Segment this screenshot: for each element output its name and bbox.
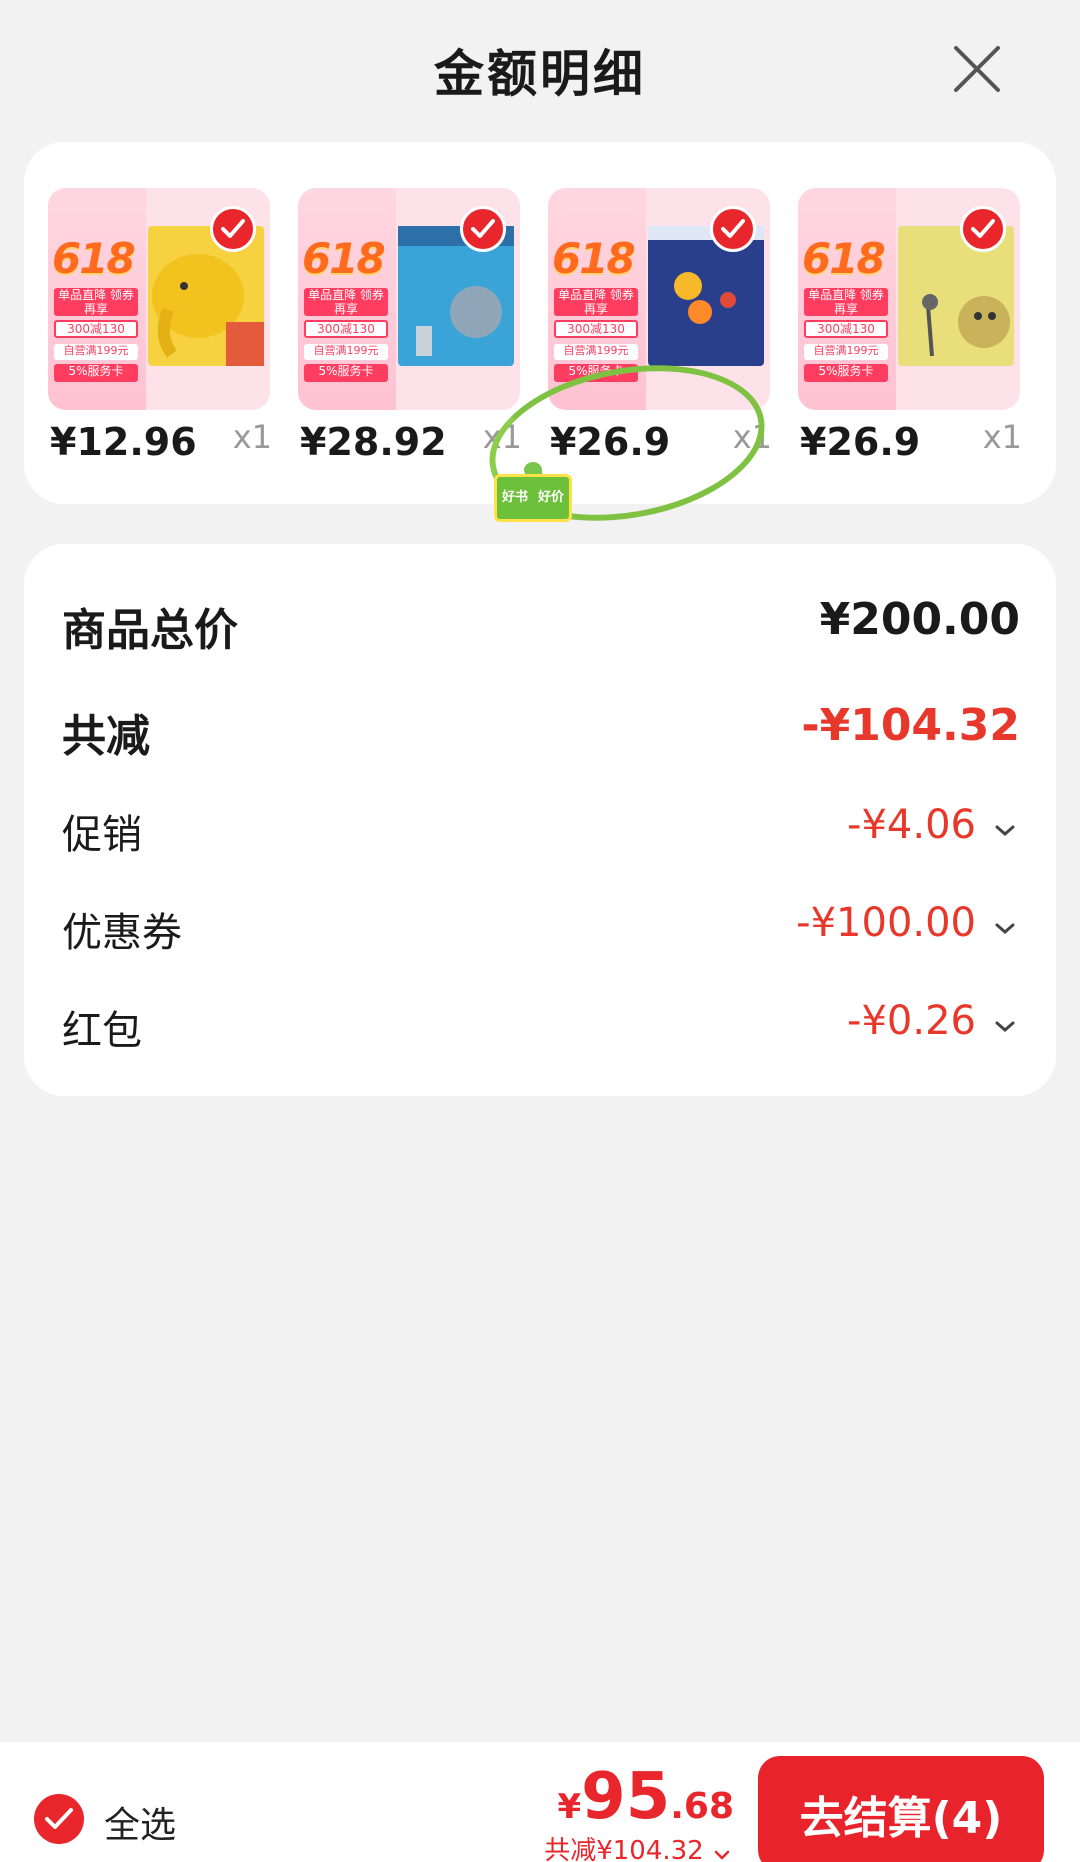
total-price-row: 商品总价 ¥200.00: [62, 594, 1020, 664]
coupon-row[interactable]: 优惠券 -¥100.00: [62, 900, 1020, 970]
checkout-bar: 全选 ¥95.68 共减¥104.32 去结算(4): [0, 1742, 1080, 1862]
chevron-down-icon[interactable]: [712, 1842, 732, 1862]
coupon-label: 优惠券: [62, 910, 182, 956]
selected-check-icon[interactable]: [960, 206, 1006, 252]
product-thumbnail[interactable]: 618 单品直降 领券再享 300减130 自营满199元 5%服务卡: [298, 188, 520, 410]
saved-amount[interactable]: 共减¥104.32: [544, 1830, 732, 1862]
selected-check-icon[interactable]: [710, 206, 756, 252]
product-quantity: x1: [232, 418, 272, 456]
product-thumbnail[interactable]: 618 单品直降 领券再享 300减130 自营满199元 5%服务卡: [798, 188, 1020, 410]
promotion-row[interactable]: 促销 -¥4.06: [62, 802, 1020, 872]
payable-total: ¥95.68: [557, 1760, 734, 1834]
chevron-down-icon[interactable]: [990, 914, 1020, 944]
selected-check-icon[interactable]: [460, 206, 506, 252]
selected-check-icon[interactable]: [210, 206, 256, 252]
total-reduction-row: 共减 -¥104.32: [62, 700, 1020, 770]
chevron-down-icon[interactable]: [990, 816, 1020, 846]
total-price-label: 商品总价: [62, 605, 238, 656]
promo-badge: 618 单品直降 领券再享 300减130 自营满199元 5%服务卡: [48, 188, 146, 410]
product-price: ¥12.96: [50, 420, 197, 464]
red-packet-row[interactable]: 红包 -¥0.26: [62, 998, 1020, 1068]
chevron-down-icon[interactable]: [990, 1012, 1020, 1042]
product-item[interactable]: 618 单品直降 领券再享 300减130 自营满199元 5%服务卡 ¥12.…: [48, 188, 278, 464]
good-book-good-price-stamp: 好书 好价: [494, 462, 572, 532]
amount-summary: 商品总价 ¥200.00 共减 -¥104.32 促销 -¥4.06 优惠券 -…: [24, 544, 1056, 1096]
total-reduction-value: -¥104.32: [801, 700, 1020, 751]
total-price-value: ¥200.00: [819, 594, 1020, 645]
product-quantity: x1: [982, 418, 1022, 456]
product-price: ¥28.92: [300, 420, 447, 464]
product-item[interactable]: 618 单品直降 领券再享 300减130 自营满199元 5%服务卡 ¥26.…: [798, 188, 1028, 464]
product-thumbnail[interactable]: 618 单品直降 领券再享 300减130 自营满199元 5%服务卡: [48, 188, 270, 410]
red-packet-label: 红包: [62, 1008, 142, 1054]
product-item[interactable]: 618 单品直降 领券再享 300减130 自营满199元 5%服务卡 ¥28.…: [298, 188, 528, 464]
checkout-button[interactable]: 去结算(4): [758, 1756, 1044, 1862]
promo-badge: 618 单品直降 领券再享 300减130 自营满199元 5%服务卡: [798, 188, 896, 410]
product-price: ¥26.9: [800, 420, 921, 464]
close-icon[interactable]: [950, 42, 1004, 96]
coupon-value: -¥100.00: [796, 900, 976, 946]
promotion-value: -¥4.06: [847, 802, 976, 848]
red-packet-value: -¥0.26: [847, 998, 976, 1044]
promotion-label: 促销: [62, 812, 142, 858]
header: 金额明细: [0, 0, 1080, 136]
page-title: 金额明细: [434, 45, 646, 103]
total-reduction-label: 共减: [62, 711, 150, 762]
promo-badge: 618 单品直降 领券再享 300减130 自营满199元 5%服务卡: [298, 188, 396, 410]
select-all-label[interactable]: 全选: [104, 1796, 176, 1848]
select-all-check-icon[interactable]: [34, 1794, 84, 1844]
